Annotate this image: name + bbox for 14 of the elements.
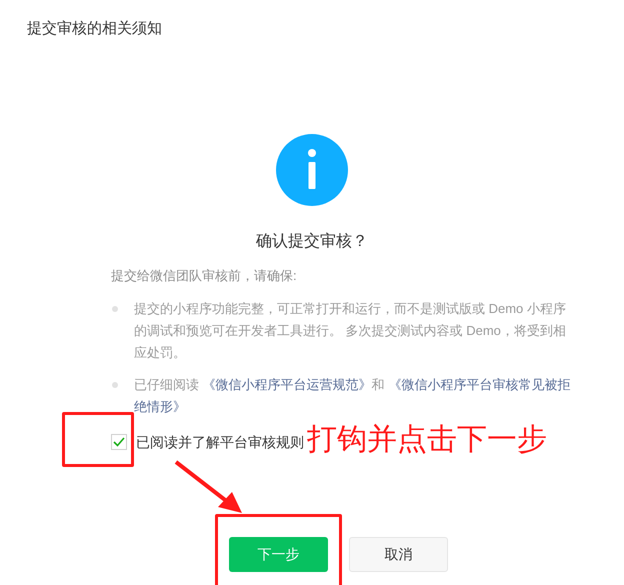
annotation-text: 打钩并点击下一步 <box>307 422 547 458</box>
dialog-heading: 确认提交审核？ <box>256 232 368 252</box>
notice-text: 提交的小程序功能完整，可正常打开和运行，而不是测试版或 Demo 小程序的调试和预览可在开发者工具进行。 多次提交测试内容或 Demo，将受到相应处罚。 <box>134 300 567 362</box>
dialog-title: 提交审核的相关须知 <box>27 19 162 39</box>
info-icon <box>276 134 348 206</box>
cancel-button[interactable]: 取消 <box>349 537 448 572</box>
check-icon <box>113 437 125 447</box>
notice-text: 已仔细阅读 《微信小程序平台运营规范》和 《微信小程序平台审核常见被拒绝情形》 <box>134 376 572 416</box>
bullet-icon <box>112 382 118 388</box>
highlight-frame <box>62 412 134 467</box>
intro-text: 提交给微信团队审核前，请确保: <box>111 267 298 285</box>
bullet-icon <box>112 306 118 312</box>
agreement-checkbox[interactable] <box>111 434 127 450</box>
agreement-label: 已阅读并了解平台审核规则 <box>136 432 304 452</box>
